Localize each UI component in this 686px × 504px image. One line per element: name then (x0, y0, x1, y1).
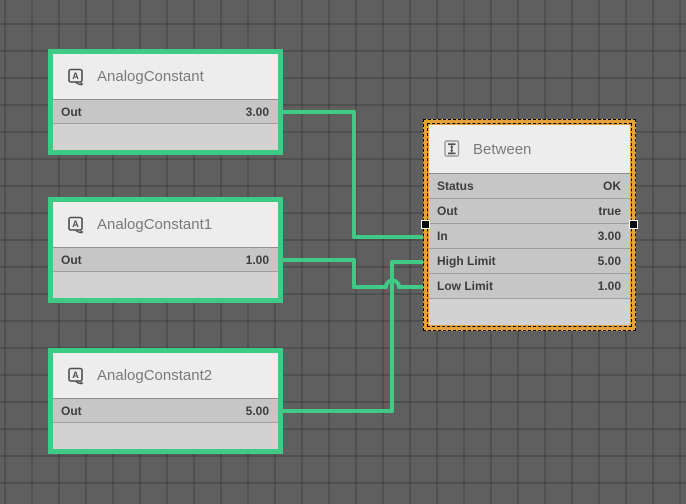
block-title: Between (473, 141, 531, 158)
between-icon (442, 139, 462, 159)
slot-row-high-limit[interactable]: High Limit 5.00 (429, 249, 630, 274)
slot-value: 3.00 (246, 105, 269, 119)
slot-label: Out (437, 204, 458, 218)
block-title: AnalogConstant (97, 68, 204, 85)
slot-value: 1.00 (246, 253, 269, 267)
block-header[interactable]: A AnalogConstant1 (53, 202, 278, 248)
block-between[interactable]: Between Status OK Out true In 3.00 High … (423, 119, 636, 331)
slot-label: Out (61, 105, 82, 119)
slot-row-low-limit[interactable]: Low Limit 1.00 (429, 274, 630, 299)
slot-value: 1.00 (598, 279, 621, 293)
selection-handle-right[interactable] (629, 220, 638, 229)
slot-value: 5.00 (598, 254, 621, 268)
slot-row-status[interactable]: Status OK (429, 174, 630, 199)
slot-label: Status (437, 179, 474, 193)
svg-text:A: A (72, 71, 79, 81)
selection-handle-left[interactable] (421, 220, 430, 229)
slot-label: High Limit (437, 254, 496, 268)
analog-constant-icon: A (66, 366, 86, 386)
slot-label: Out (61, 253, 82, 267)
svg-text:A: A (72, 219, 79, 229)
block-title: AnalogConstant2 (97, 367, 212, 384)
wire-sheet-canvas[interactable]: A AnalogConstant Out 3.00 A (0, 0, 686, 504)
block-header[interactable]: A AnalogConstant2 (53, 353, 278, 399)
block-analogconstant[interactable]: A AnalogConstant Out 3.00 (48, 49, 283, 155)
slot-value: true (598, 204, 621, 218)
slot-row-in[interactable]: In 3.00 (429, 224, 630, 249)
slot-label: In (437, 229, 448, 243)
block-footer (53, 124, 278, 150)
slot-row-out[interactable]: Out true (429, 199, 630, 224)
analog-constant-icon: A (66, 67, 86, 87)
slot-value: OK (603, 179, 621, 193)
block-analogconstant1[interactable]: A AnalogConstant1 Out 1.00 (48, 197, 283, 303)
slot-label: Low Limit (437, 279, 493, 293)
slot-row-out[interactable]: Out 1.00 (53, 248, 278, 272)
block-footer (53, 272, 278, 298)
analog-constant-icon: A (66, 215, 86, 235)
block-footer (53, 423, 278, 449)
block-footer (429, 299, 630, 325)
block-header[interactable]: Between (429, 125, 630, 174)
slot-value: 3.00 (598, 229, 621, 243)
wire-analogconstant1-to-lowlimit[interactable] (280, 260, 430, 287)
block-header[interactable]: A AnalogConstant (53, 54, 278, 100)
slot-label: Out (61, 404, 82, 418)
wire-analogconstant-to-in[interactable] (280, 112, 430, 237)
block-title: AnalogConstant1 (97, 216, 212, 233)
block-analogconstant2[interactable]: A AnalogConstant2 Out 5.00 (48, 348, 283, 454)
slot-row-out[interactable]: Out 5.00 (53, 399, 278, 423)
slot-row-out[interactable]: Out 3.00 (53, 100, 278, 124)
svg-text:A: A (72, 370, 79, 380)
slot-value: 5.00 (246, 404, 269, 418)
